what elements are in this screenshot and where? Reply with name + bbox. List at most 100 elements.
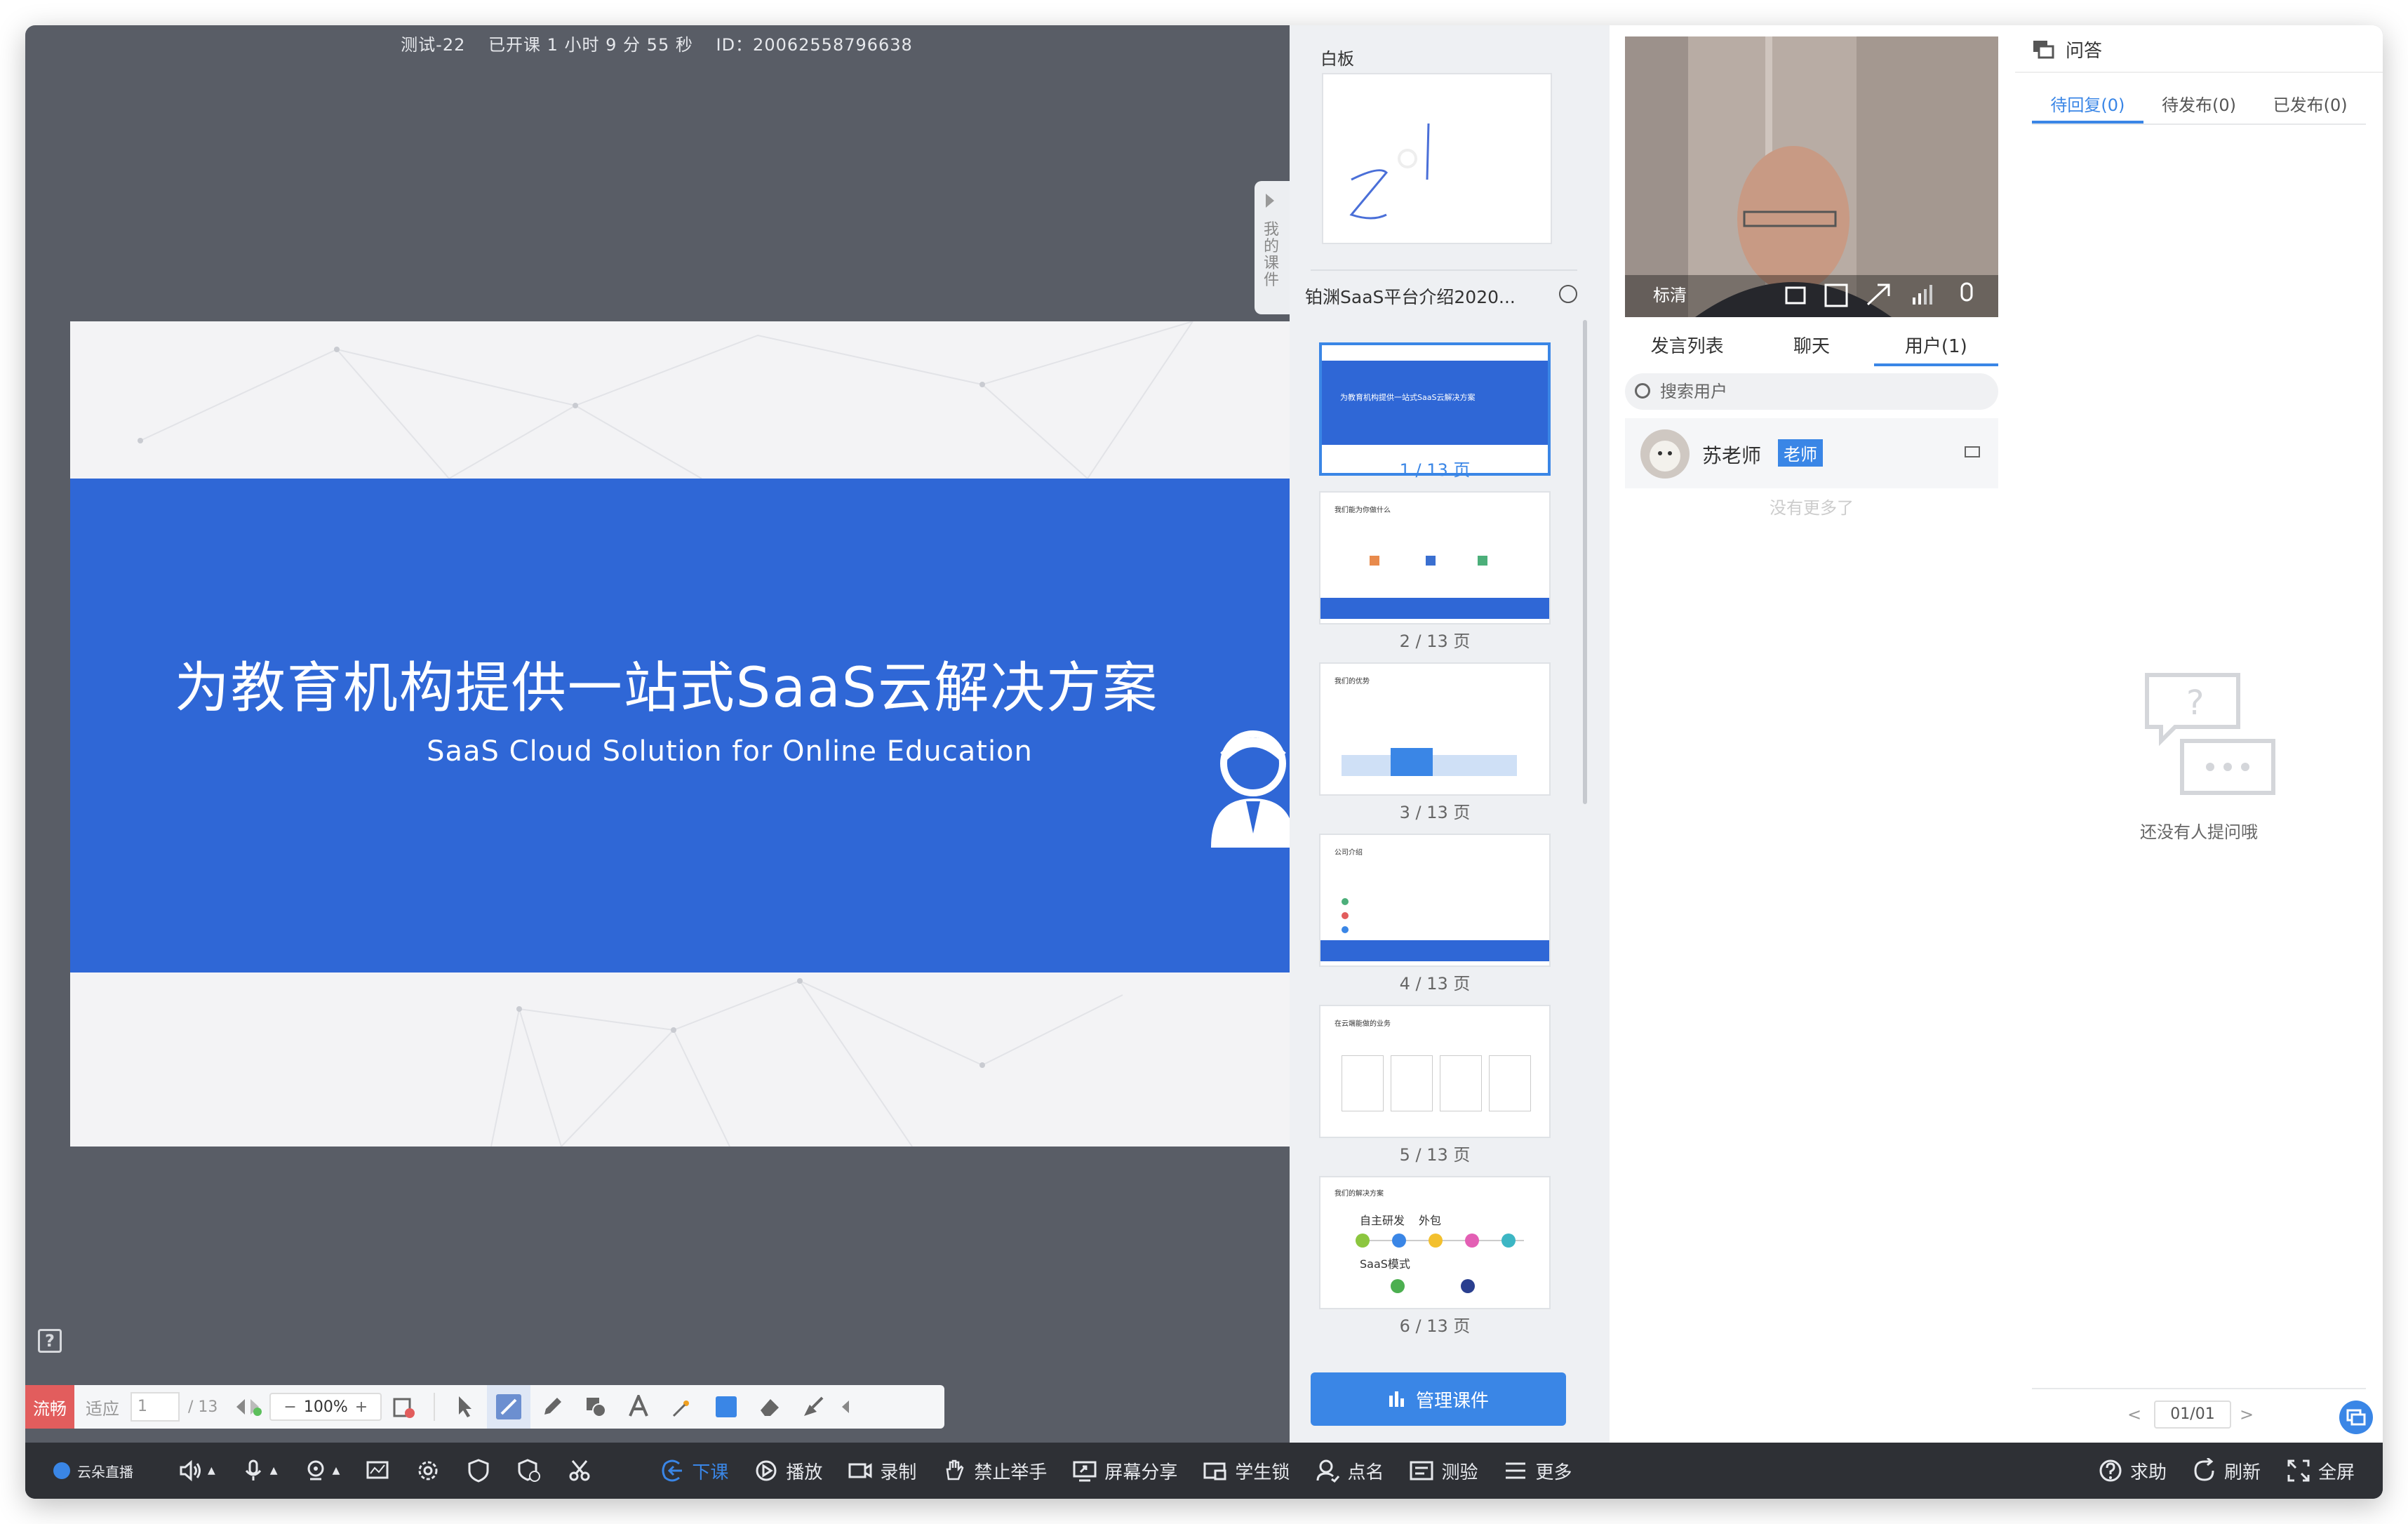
tab-pending-publish[interactable]: 待发布(0) bbox=[2143, 86, 2255, 123]
screen-share-label: 屏幕分享 bbox=[1104, 1462, 1178, 1483]
microphone-icon bbox=[245, 1459, 261, 1480]
line-tool-icon[interactable] bbox=[487, 1385, 531, 1429]
slide-thumbnail-2[interactable]: 我们能为你做什么 bbox=[1319, 491, 1551, 624]
qa-page-select[interactable]: 01/01 bbox=[2154, 1401, 2231, 1429]
rollcall-icon bbox=[1316, 1459, 1340, 1483]
question-help-icon[interactable]: ? bbox=[38, 1329, 62, 1353]
zoom-level: 100% bbox=[303, 1398, 348, 1416]
fullscreen-button[interactable]: 全屏 bbox=[2273, 1443, 2383, 1499]
qa-panel: 问答 待回复(0) 待发布(0) 已发布(0) ? 还没有人提问哦 < 01/0… bbox=[2015, 25, 2383, 1443]
fit-button[interactable]: 适应 bbox=[74, 1395, 131, 1419]
layout-button[interactable] bbox=[352, 1443, 403, 1499]
thumb-6-line3: SaaS模式 bbox=[1360, 1257, 1410, 1271]
shape-tool-icon[interactable] bbox=[574, 1385, 617, 1429]
rollcall-button[interactable]: 点名 bbox=[1302, 1443, 1396, 1499]
slide-thumbnail-6[interactable]: 我们的解决方案 自主研发 外包 SaaS模式 bbox=[1319, 1176, 1551, 1309]
whiteboard-toolbar: 流畅 适应 1 / 13 − 100% + bbox=[25, 1385, 944, 1429]
page-number-input[interactable]: 1 bbox=[131, 1392, 180, 1422]
pen-tool-icon[interactable] bbox=[530, 1385, 574, 1429]
qa-header: 问答 bbox=[2015, 25, 2383, 73]
thumbnail-scrollbar[interactable] bbox=[1583, 320, 1587, 804]
broom-clear-icon[interactable] bbox=[791, 1385, 835, 1429]
more-icon bbox=[1506, 1462, 1526, 1479]
users-tabs: 发言列表 聊天 用户(1) bbox=[1625, 327, 1998, 366]
deck-title: 铂渊SaaS平台介绍2020... bbox=[1305, 287, 1516, 307]
caret-up-icon: ▲ bbox=[269, 1465, 278, 1476]
qa-next-button[interactable]: > bbox=[2240, 1405, 2254, 1424]
help-button[interactable]: 求助 bbox=[2085, 1443, 2179, 1499]
whiteboard-thumbnail[interactable] bbox=[1322, 73, 1552, 244]
thumb-6-line2: 外包 bbox=[1419, 1214, 1442, 1227]
security-button[interactable] bbox=[453, 1443, 504, 1499]
whiteboard-label: 白板 bbox=[1320, 49, 1354, 69]
refresh-button[interactable]: 刷新 bbox=[2179, 1443, 2273, 1499]
camera-icon bbox=[307, 1460, 324, 1480]
app-window: 测试-22 已开课 1 小时 9 分 55 秒 ID：2006255879663… bbox=[25, 25, 2383, 1499]
zoom-in-button[interactable]: + bbox=[355, 1398, 368, 1416]
thumb-5-title: 在云端能做的业务 bbox=[1335, 1020, 1391, 1028]
qa-chat-fab[interactable] bbox=[2339, 1401, 2373, 1434]
my-courseware-tab[interactable]: 我的课件 bbox=[1255, 181, 1290, 314]
tab-published[interactable]: 已发布(0) bbox=[2254, 86, 2366, 123]
disable-hand-raise-label: 禁止举手 bbox=[974, 1462, 1048, 1483]
search-users-placeholder: 搜索用户 bbox=[1660, 382, 1727, 401]
eraser-tool-icon[interactable] bbox=[748, 1385, 791, 1429]
slide-thumbnail-5[interactable]: 在云端能做的业务 bbox=[1319, 1005, 1551, 1138]
teacher-video[interactable]: 标清 bbox=[1625, 36, 1998, 317]
scissors-button[interactable] bbox=[554, 1443, 605, 1499]
tab-users[interactable]: 用户(1) bbox=[1873, 327, 1998, 366]
slide-thumbnail-4[interactable]: 公司介绍 bbox=[1319, 834, 1551, 967]
end-class-button[interactable]: 下课 bbox=[647, 1443, 741, 1499]
play-button[interactable]: 播放 bbox=[741, 1443, 835, 1499]
manage-courseware-button[interactable]: 管理课件 bbox=[1311, 1372, 1566, 1426]
thumb-4-title: 公司介绍 bbox=[1335, 849, 1363, 857]
page-prev-next-icon[interactable] bbox=[226, 1385, 269, 1429]
layout-icon bbox=[366, 1461, 389, 1479]
disable-hand-raise-button[interactable]: 禁止举手 bbox=[929, 1443, 1059, 1499]
record-button[interactable]: 录制 bbox=[835, 1443, 929, 1499]
end-class-label: 下课 bbox=[692, 1462, 729, 1483]
color-picker-icon[interactable] bbox=[704, 1385, 748, 1429]
more-button[interactable]: 更多 bbox=[1490, 1443, 1584, 1499]
qa-tabs: 待回复(0) 待发布(0) 已发布(0) bbox=[2032, 86, 2366, 125]
user-name: 苏老师 bbox=[1702, 444, 1762, 467]
slide-canvas[interactable]: 为教育机构提供一站式SaaS云解决方案 SaaS Cloud Solution … bbox=[70, 321, 1315, 1147]
play-label: 播放 bbox=[786, 1462, 823, 1483]
slide-title: 为教育机构提供一站式SaaS云解决方案 bbox=[174, 657, 1159, 720]
collapse-deck-icon[interactable] bbox=[1559, 285, 1577, 303]
pointer-tool-icon[interactable] bbox=[443, 1385, 487, 1429]
tab-pending-reply[interactable]: 待回复(0) bbox=[2032, 86, 2143, 123]
student-lock-button[interactable]: 学生锁 bbox=[1190, 1443, 1302, 1499]
manage-courseware-label: 管理课件 bbox=[1415, 1390, 1489, 1412]
quiz-button[interactable]: 测验 bbox=[1396, 1443, 1490, 1499]
video-quality-label[interactable]: 标清 bbox=[1653, 281, 1687, 306]
qa-title: 问答 bbox=[2066, 41, 2103, 62]
search-users-input[interactable]: 搜索用户 bbox=[1625, 373, 1998, 410]
screen-share-icon bbox=[1073, 1461, 1097, 1482]
settings-button[interactable] bbox=[403, 1443, 453, 1499]
qa-prev-button[interactable]: < bbox=[2127, 1405, 2141, 1424]
collapse-toolbar-icon[interactable] bbox=[835, 1385, 856, 1429]
tab-speech-list[interactable]: 发言列表 bbox=[1625, 327, 1749, 366]
microphone-button[interactable]: ▲ bbox=[228, 1443, 290, 1499]
session-name: 测试-22 bbox=[401, 35, 466, 55]
screen-share-button[interactable]: 屏幕分享 bbox=[1059, 1443, 1190, 1499]
speaker-icon bbox=[180, 1459, 201, 1482]
thumb-6-line1: 自主研发 bbox=[1360, 1214, 1405, 1227]
thumb-2-title: 我们能为你做什么 bbox=[1335, 507, 1391, 514]
session-info: 测试-22 已开课 1 小时 9 分 55 秒 ID：2006255879663… bbox=[25, 31, 1288, 55]
gear-icon bbox=[418, 1461, 438, 1480]
zoom-out-button[interactable]: − bbox=[283, 1398, 296, 1416]
refresh-label: 刷新 bbox=[2223, 1462, 2261, 1483]
laser-pointer-icon[interactable] bbox=[661, 1385, 704, 1429]
text-tool-icon[interactable] bbox=[617, 1385, 661, 1429]
user-row[interactable]: 苏老师 老师 bbox=[1625, 418, 1998, 488]
clear-page-icon[interactable] bbox=[382, 1385, 425, 1429]
search-icon bbox=[1635, 383, 1650, 399]
users-panel: 标清 发言列表 聊天 用户(1) 搜索用户 苏老师 老师 没有更多了 bbox=[1610, 25, 2015, 1443]
shield-add-button[interactable] bbox=[504, 1443, 554, 1499]
tab-chat[interactable]: 聊天 bbox=[1749, 327, 1873, 366]
camera-button[interactable]: ▲ bbox=[290, 1443, 353, 1499]
speaker-button[interactable]: ▲ bbox=[166, 1443, 228, 1499]
slide-thumbnail-3[interactable]: 我们的优势 bbox=[1319, 662, 1551, 796]
